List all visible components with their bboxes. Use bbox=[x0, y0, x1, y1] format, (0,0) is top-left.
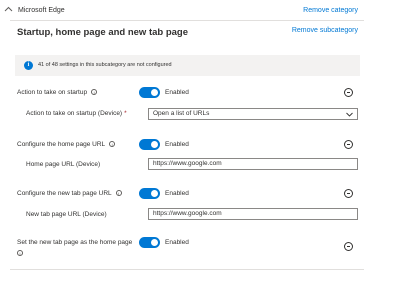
dropdown-value: Open a list of URLs bbox=[153, 110, 210, 117]
toggle-startup-action[interactable] bbox=[139, 87, 160, 98]
toggle-state-label: Enabled bbox=[165, 239, 189, 246]
divider bbox=[10, 269, 364, 270]
toggle-new-tab-home[interactable] bbox=[139, 237, 160, 248]
category-title: Microsoft Edge bbox=[18, 7, 65, 14]
setting-child-label-startup-action: Action to take on startup (Device) * bbox=[26, 110, 127, 117]
setting-label-text: Configure the home page URL bbox=[17, 141, 106, 148]
new-tab-url-input[interactable]: https://www.google.com bbox=[148, 208, 358, 220]
startup-action-dropdown[interactable]: Open a list of URLs bbox=[148, 108, 358, 120]
home-page-url-input[interactable]: https://www.google.com bbox=[148, 158, 358, 170]
toggle-state-label: Enabled bbox=[165, 89, 189, 96]
divider bbox=[10, 20, 364, 21]
setting-child-label-home-page: Home page URL (Device) bbox=[26, 161, 101, 168]
subcategory-title: Startup, home page and new tab page bbox=[17, 27, 189, 38]
category-header: Microsoft Edge Remove category bbox=[0, 0, 400, 22]
required-mark: * bbox=[124, 110, 127, 117]
remove-subcategory-link[interactable]: Remove subcategory bbox=[292, 27, 358, 34]
toggle-new-tab[interactable] bbox=[139, 188, 160, 199]
setting-child-label-text: Action to take on startup (Device) bbox=[26, 110, 123, 117]
info-banner-text: 41 of 48 settings in this subcategory ar… bbox=[38, 62, 172, 68]
help-icon[interactable]: i bbox=[115, 190, 122, 197]
remove-setting-icon[interactable] bbox=[344, 88, 353, 97]
toggle-state-label: Enabled bbox=[165, 141, 189, 148]
remove-setting-icon[interactable] bbox=[344, 189, 353, 198]
setting-label-text: Configure the new tab page URL bbox=[17, 190, 112, 197]
remove-setting-icon[interactable] bbox=[344, 242, 353, 251]
help-icon[interactable]: i bbox=[91, 89, 98, 96]
help-icon[interactable]: i bbox=[109, 141, 116, 148]
help-icon[interactable]: i bbox=[17, 250, 23, 256]
info-icon: i bbox=[24, 61, 33, 70]
remove-category-link[interactable]: Remove category bbox=[303, 7, 358, 14]
chevron-down-icon bbox=[346, 112, 353, 117]
toggle-home-page[interactable] bbox=[139, 139, 160, 150]
chevron-up-icon[interactable] bbox=[4, 6, 13, 12]
setting-child-label-new-tab: New tab page URL (Device) bbox=[26, 211, 107, 218]
toggle-state-label: Enabled bbox=[165, 190, 189, 197]
setting-label-home-page: Configure the home page URL i bbox=[17, 141, 116, 148]
setting-label-text: Action to take on startup bbox=[17, 89, 88, 96]
setting-label-startup-action: Action to take on startup i bbox=[17, 89, 98, 96]
info-banner: i 41 of 48 settings in this subcategory … bbox=[15, 55, 360, 76]
setting-label-new-tab-home: Set the new tab page as the home page bbox=[17, 239, 133, 246]
setting-label-new-tab: Configure the new tab page URL i bbox=[17, 190, 122, 197]
remove-setting-icon[interactable] bbox=[344, 140, 353, 149]
